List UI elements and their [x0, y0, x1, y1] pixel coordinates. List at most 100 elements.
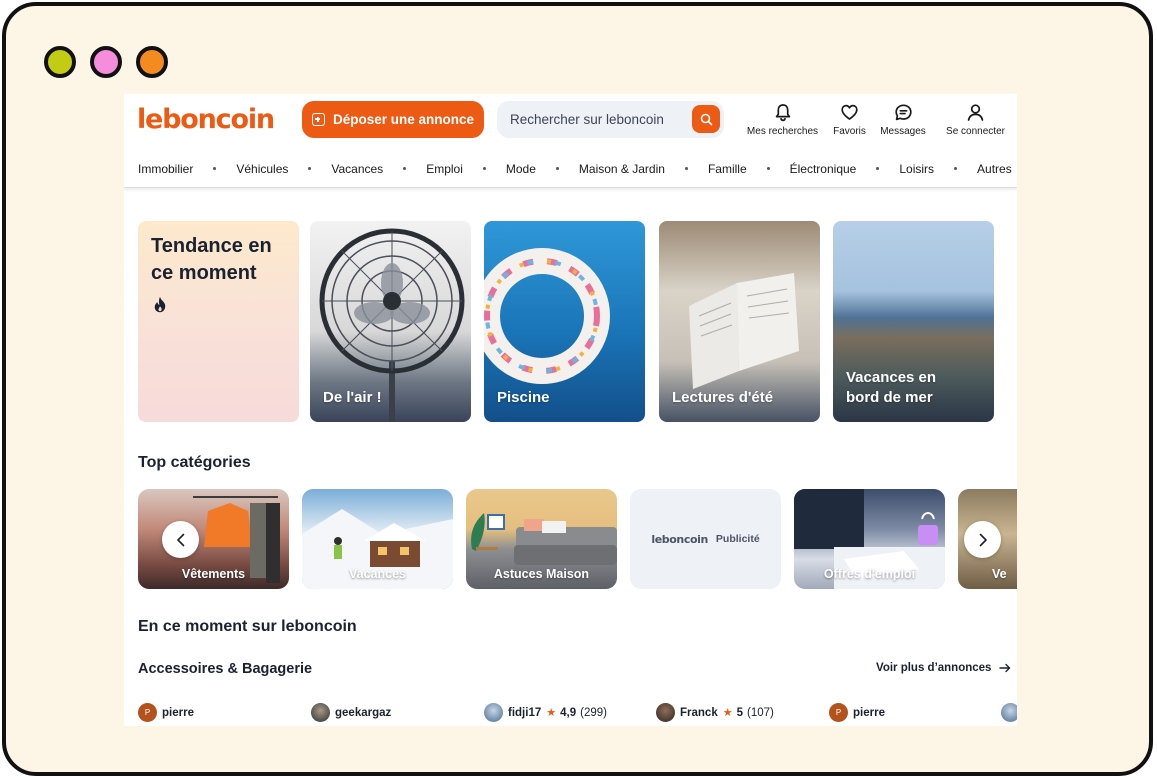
trending-title: Tendance en ce moment	[151, 235, 272, 284]
chevron-right-icon	[979, 533, 987, 546]
avatar	[484, 703, 503, 722]
nav-favorites[interactable]: Favoris	[828, 103, 871, 137]
arrow-right-icon	[999, 663, 1011, 673]
separator-dot	[482, 167, 486, 170]
category-card-label: Offres d'emploi	[823, 567, 916, 581]
trending-card-books[interactable]: Lectures d'été	[659, 221, 820, 422]
avatar	[656, 703, 675, 722]
category-card-label: Vêtements	[181, 567, 246, 581]
top-categories-title: Top catégories	[138, 454, 251, 471]
carousel-prev-button[interactable]	[162, 521, 199, 558]
heart-icon	[841, 104, 858, 120]
nav-favorites-label: Favoris	[833, 126, 866, 137]
trending-card-pool[interactable]: Piscine	[484, 221, 645, 422]
trending-intro-card: Tendance en ce moment	[138, 221, 299, 422]
nav-saved-searches-label: Mes recherches	[746, 126, 819, 137]
trending-card-label: De l'air !	[323, 389, 382, 406]
seller-name: pierre	[853, 706, 885, 719]
nav-login-label: Se connecter	[946, 126, 1005, 137]
separator-dot	[954, 167, 958, 170]
trending-card-fan[interactable]: De l'air !	[310, 221, 471, 422]
site-logo[interactable]: leboncoin	[137, 104, 275, 135]
category-card-label: Astuces Maison	[493, 567, 590, 581]
search-icon	[700, 113, 712, 125]
see-more-label: Voir plus d’annonces	[876, 662, 992, 674]
star-icon: ★	[722, 707, 733, 719]
seller-item[interactable]: P pierre	[829, 703, 885, 722]
ad-placeholder: leboncoin Publicité	[630, 489, 781, 589]
category-card-home-tips[interactable]: Astuces Maison	[466, 489, 617, 589]
seller-name: Franck	[680, 706, 718, 719]
avatar: P	[138, 703, 157, 722]
user-icon	[967, 104, 984, 121]
trending-card-label: Vacances en bord de mer	[846, 369, 937, 406]
category-card-label: Ve	[992, 567, 1007, 581]
seller-review-count: (107)	[747, 706, 774, 719]
separator-dot	[213, 167, 217, 170]
nav-category[interactable]: Immobilier	[138, 162, 193, 176]
category-card-clothes[interactable]: Vêtements	[138, 489, 289, 589]
seller-review-count: (299)	[580, 706, 607, 719]
trending-card-label: Piscine	[497, 389, 550, 406]
category-card-jobs[interactable]: Offres d'emploi	[794, 489, 945, 589]
moment-title: En ce moment sur leboncoin	[138, 618, 357, 635]
seller-name: geekargaz	[335, 706, 392, 719]
ad-brand-logo: leboncoin	[651, 532, 708, 546]
separator-dot	[403, 167, 407, 170]
category-nav: Immobilier Véhicules Vacances Emploi Mod…	[124, 150, 1017, 188]
ad-label: Publicité	[715, 533, 760, 545]
seller-item[interactable]: Franck ★ 5 (107)	[656, 703, 774, 722]
seller-item[interactable]: P pierre	[138, 703, 194, 722]
deposit-ad-button[interactable]: Déposer une annonce	[302, 101, 484, 138]
nav-category[interactable]: Électronique	[790, 162, 857, 176]
window-dot-yellow[interactable]	[44, 46, 76, 78]
moment-subtitle: Accessoires & Bagagerie	[138, 661, 313, 677]
trending-card-seaside[interactable]: Vacances en bord de mer	[833, 221, 994, 422]
nav-messages-label: Messages	[880, 126, 926, 137]
nav-saved-searches[interactable]: Mes recherches	[740, 103, 825, 137]
avatar: P	[829, 703, 848, 722]
seller-rating: 4,9	[560, 706, 577, 719]
seller-item-partial[interactable]	[1001, 703, 1017, 722]
nav-category[interactable]: Mode	[506, 162, 536, 176]
search-placeholder: Rechercher sur leboncoin	[510, 112, 664, 127]
separator-dot	[555, 167, 559, 170]
header-nav: Mes recherches Favoris Messages Se conne…	[740, 103, 1014, 137]
separator-dot	[766, 167, 770, 170]
see-more-link[interactable]: Voir plus d’annonces	[876, 662, 1011, 674]
bell-icon	[775, 104, 790, 122]
search-input[interactable]: Rechercher sur leboncoin	[497, 101, 724, 138]
window-dot-pink[interactable]	[90, 46, 122, 78]
deposit-ad-label: Déposer une annonce	[332, 112, 475, 127]
plus-square-icon	[311, 113, 325, 126]
category-card-holidays[interactable]: Vacances	[302, 489, 453, 589]
seller-item[interactable]: geekargaz	[311, 703, 391, 722]
page: leboncoin Déposer une annonce Rechercher…	[124, 94, 1017, 726]
nav-category[interactable]: Famille	[708, 162, 747, 176]
seller-name: fidji17	[508, 706, 542, 719]
seller-rating: 5	[736, 706, 743, 719]
nav-login[interactable]: Se connecter	[937, 103, 1014, 137]
separator-dot	[876, 167, 880, 170]
flame-icon	[154, 296, 166, 313]
search-button[interactable]	[692, 105, 720, 133]
nav-category[interactable]: Autres	[977, 162, 1012, 176]
category-card-label: Vacances	[349, 567, 406, 581]
chevron-left-icon	[176, 533, 184, 546]
window-dot-orange[interactable]	[136, 46, 168, 78]
nav-messages[interactable]: Messages	[873, 103, 933, 137]
nav-category[interactable]: Loisirs	[899, 162, 934, 176]
star-icon: ★	[546, 707, 557, 719]
separator-dot	[684, 167, 688, 170]
seller-name: pierre	[162, 706, 194, 719]
trending-card-label: Lectures d'été	[672, 389, 774, 406]
separator-dot	[308, 167, 312, 170]
nav-category[interactable]: Maison & Jardin	[579, 162, 665, 176]
seller-item[interactable]: fidji17 ★ 4,9 (299)	[484, 703, 607, 722]
nav-category[interactable]: Véhicules	[236, 162, 288, 176]
carousel-next-button[interactable]	[964, 521, 1001, 558]
chat-icon	[894, 104, 912, 121]
nav-category[interactable]: Emploi	[426, 162, 463, 176]
avatar	[311, 703, 330, 722]
nav-category[interactable]: Vacances	[331, 162, 383, 176]
